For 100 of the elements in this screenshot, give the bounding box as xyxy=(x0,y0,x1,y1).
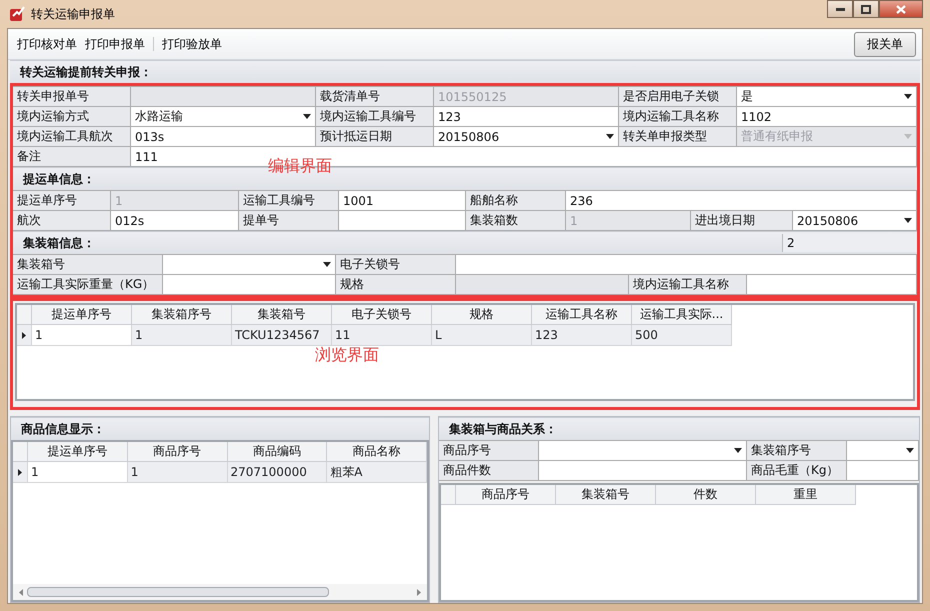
field-label: 预计抵运日期 xyxy=(316,127,434,147)
field-label: 运输工具编号 xyxy=(239,191,339,211)
column-header[interactable]: 重里 xyxy=(756,485,856,505)
input-field[interactable] xyxy=(456,255,917,275)
horizontal-scrollbar[interactable] xyxy=(13,584,427,600)
field-label: 备注 xyxy=(13,147,131,167)
field-label: 电子关锁号 xyxy=(336,255,456,275)
input-field[interactable] xyxy=(847,461,919,481)
table-cell: L xyxy=(432,325,532,346)
input-field[interactable] xyxy=(539,461,747,481)
dropdown-caret-icon xyxy=(303,114,311,119)
column-header[interactable]: 规格 xyxy=(432,305,532,325)
row-header xyxy=(13,442,28,462)
field-label: 船舶名称 xyxy=(466,191,566,211)
table-cell: 11 xyxy=(332,325,432,346)
dropdown-field[interactable]: 20150806 xyxy=(434,127,619,147)
input-field[interactable]: 013s xyxy=(131,127,316,147)
dropdown-field[interactable]: 20150806 xyxy=(793,211,917,231)
panel-title: 集装箱与商品关系： xyxy=(449,420,558,438)
field-label: 载货清单号 xyxy=(316,87,434,107)
column-header[interactable]: 运输工具名称 xyxy=(532,305,632,325)
maximize-button[interactable] xyxy=(853,0,879,18)
input-field[interactable]: 1001 xyxy=(339,191,466,211)
window-title: 转关运输申报单 xyxy=(31,6,115,22)
table-cell: 粗苯A xyxy=(327,462,427,483)
row-header[interactable] xyxy=(17,325,32,346)
section-title: 提运单信息： xyxy=(23,170,96,188)
print-link[interactable]: 打印验放单 xyxy=(159,34,225,54)
column-header[interactable]: 提运单序号 xyxy=(28,442,128,462)
field-label: 规格 xyxy=(336,275,456,295)
dropdown-caret-icon xyxy=(904,94,912,99)
field-label: 境内运输方式 xyxy=(13,107,131,127)
input-field[interactable]: 236 xyxy=(566,191,917,211)
row-header[interactable] xyxy=(13,462,28,483)
column-header[interactable]: 集装箱序号 xyxy=(132,305,232,325)
declaration-button[interactable]: 报关单 xyxy=(854,32,916,56)
field-label: 提运单序号 xyxy=(13,191,111,211)
column-header[interactable]: 电子关锁号 xyxy=(332,305,432,325)
row-header xyxy=(441,485,456,505)
field-label: 集装箱数 xyxy=(466,211,566,231)
column-header[interactable]: 集装箱号 xyxy=(556,485,656,505)
field-label: 集装箱号 xyxy=(13,255,163,275)
dropdown-field[interactable]: 是 xyxy=(737,87,917,107)
field-label: 提单号 xyxy=(239,211,339,231)
annotation-label: 浏览界面 xyxy=(315,345,379,366)
field-label: 商品毛重（Kg） xyxy=(747,461,847,481)
scroll-right-icon[interactable] xyxy=(417,588,421,596)
field-label: 转关单申报类型 xyxy=(619,127,737,147)
input-field[interactable] xyxy=(747,275,917,295)
section-title: 集装箱信息： xyxy=(23,234,96,252)
close-button[interactable] xyxy=(879,0,923,18)
dropdown-caret-icon xyxy=(734,448,742,453)
dropdown-field[interactable]: 水路运输 xyxy=(131,107,316,127)
column-header[interactable]: 集装箱号 xyxy=(232,305,332,325)
table-cell: 123 xyxy=(532,325,632,346)
scroll-left-icon[interactable] xyxy=(19,588,23,596)
field-label: 境内运输工具名称 xyxy=(619,107,737,127)
app-logo-icon xyxy=(9,6,25,22)
input-field[interactable] xyxy=(339,211,466,231)
input-field[interactable]: 012s xyxy=(111,211,239,231)
dropdown-field[interactable] xyxy=(163,255,336,275)
dropdown-caret-icon xyxy=(606,134,614,139)
table-cell: 1 xyxy=(128,462,228,483)
input-field[interactable]: 123 xyxy=(434,107,619,127)
table-cell: 1 xyxy=(32,325,132,346)
field-label: 运输工具实际重量（KG） xyxy=(13,275,163,295)
table-cell: 1 xyxy=(132,325,232,346)
field-label: 是否启用电子关锁 xyxy=(619,87,737,107)
field-label: 境内运输工具航次 xyxy=(13,127,131,147)
close-icon xyxy=(896,4,906,14)
minimize-icon xyxy=(836,8,844,10)
dropdown-field[interactable] xyxy=(539,441,747,461)
dropdown-caret-icon xyxy=(323,262,331,267)
print-link[interactable]: 打印申报单 xyxy=(82,34,148,54)
dropdown-caret-icon xyxy=(904,134,912,139)
column-header[interactable]: 商品编码 xyxy=(228,442,328,462)
count-field[interactable]: 2 xyxy=(782,234,917,252)
column-header[interactable]: 件数 xyxy=(656,485,756,505)
column-header[interactable]: 商品序号 xyxy=(128,442,228,462)
field-label: 境内运输工具编号 xyxy=(316,107,434,127)
input-field[interactable]: 1102 xyxy=(737,107,917,127)
column-header[interactable]: 商品序号 xyxy=(456,485,556,505)
dropdown-field[interactable] xyxy=(847,441,919,461)
table-cell: TCKU1234567 xyxy=(232,325,332,346)
print-link[interactable]: 打印核对单 xyxy=(14,34,80,54)
table-cell: 2707100000 xyxy=(228,462,328,483)
column-header[interactable]: 运输工具实际... xyxy=(632,305,732,325)
dropdown-caret-icon xyxy=(906,448,914,453)
dropdown-caret-icon xyxy=(904,218,912,223)
maximize-icon xyxy=(861,4,871,14)
column-header[interactable]: 商品名称 xyxy=(327,442,427,462)
section-title: 转关运输提前转关申报： xyxy=(20,64,153,80)
column-header[interactable]: 提运单序号 xyxy=(32,305,132,325)
table-cell: 500 xyxy=(632,325,732,346)
field-label: 境内运输工具名称 xyxy=(629,275,747,295)
minimize-button[interactable] xyxy=(827,0,853,18)
field-label: 航次 xyxy=(13,211,111,231)
field-label: 进出境日期 xyxy=(691,211,793,231)
input-field[interactable] xyxy=(163,275,336,295)
field-label: 集装箱序号 xyxy=(747,441,847,461)
